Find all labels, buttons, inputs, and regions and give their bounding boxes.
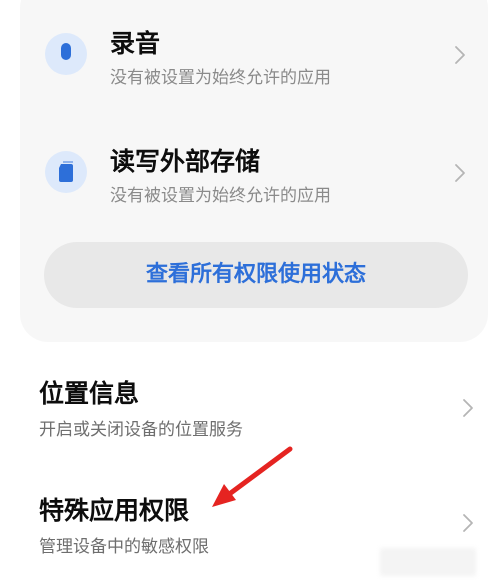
watermark-blur: [380, 548, 476, 576]
annotation-arrow-icon: [212, 446, 293, 507]
